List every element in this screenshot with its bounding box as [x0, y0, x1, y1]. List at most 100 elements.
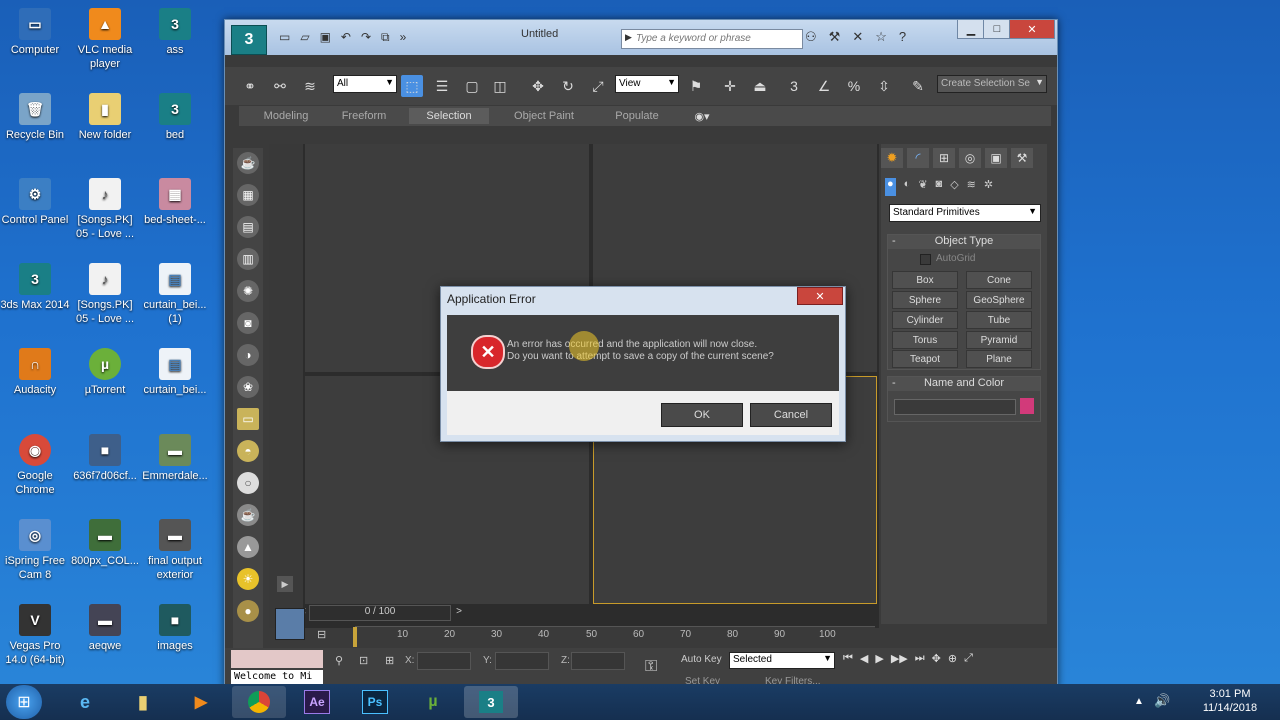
more-icon[interactable]: » — [400, 30, 407, 46]
taskbar-internet-explorer[interactable]: e — [58, 686, 112, 718]
unlink-icon[interactable]: ⚯ — [269, 75, 291, 97]
box-button[interactable]: Box — [892, 271, 958, 289]
project-folder-icon[interactable]: ⧉ — [381, 30, 390, 46]
light-icon[interactable]: ✺ — [237, 280, 259, 302]
plane-button[interactable]: Plane — [966, 350, 1032, 368]
half-sphere-icon[interactable]: ◑ — [237, 344, 259, 366]
redo-icon[interactable]: ↷ — [361, 30, 371, 46]
z-coord-field[interactable] — [571, 652, 625, 670]
desktop-icon-vegas[interactable]: V Vegas Pro 14.0 (64-bit) — [0, 604, 70, 667]
desktop-icon-utorrent[interactable]: µ µTorrent — [70, 348, 140, 397]
desktop-icon-computer[interactable]: ▭ Computer — [0, 8, 70, 57]
time-slider[interactable]: < 0 / 100 > — [300, 605, 462, 621]
helpers-icon[interactable]: ◇ — [950, 178, 958, 196]
undo-icon[interactable]: ↶ — [341, 30, 351, 46]
edit-named-selection-icon[interactable]: ✎ — [907, 75, 929, 97]
clock[interactable]: 3:01 PM 11/14/2018 — [1190, 687, 1270, 717]
lock-icon[interactable]: ⚲ — [335, 654, 343, 667]
tube-button[interactable]: Tube — [966, 311, 1032, 329]
ribbon-options-icon[interactable]: ◉▾ — [687, 108, 717, 124]
new-file-icon[interactable]: ▭ — [279, 30, 290, 46]
lights-icon[interactable]: ❦ — [918, 178, 927, 196]
desktop-icon-800px[interactable]: ▬ 800px_COL... — [70, 519, 140, 568]
go-to-end-icon[interactable]: ⏭ — [915, 652, 925, 668]
window-crossing-icon[interactable]: ◫ — [489, 75, 511, 97]
desktop-icon-bed[interactable]: 3 bed — [140, 93, 210, 142]
search-box[interactable]: ▶ Type a keyword or phrase — [621, 29, 803, 49]
volume-icon[interactable]: 🔊 — [1154, 693, 1170, 709]
key-icon[interactable]: ⚿ — [645, 658, 657, 676]
rectangular-selection-icon[interactable]: ▢ — [461, 75, 483, 97]
wrench-icon[interactable]: ⚒ — [829, 29, 841, 47]
object-color-swatch[interactable] — [1020, 398, 1034, 414]
systems-icon[interactable]: ✲ — [984, 178, 993, 196]
autogrid-checkbox[interactable] — [920, 254, 931, 265]
tab-object-paint[interactable]: Object Paint — [501, 108, 587, 124]
selection-lock-icon[interactable]: ⊡ — [359, 654, 368, 667]
next-frame-icon[interactable]: > — [456, 606, 462, 617]
tab-freeform[interactable]: Freeform — [327, 108, 401, 124]
snaps-toggle-icon[interactable]: 3 — [783, 75, 805, 97]
x-coord-field[interactable] — [417, 652, 471, 670]
desktop-icon-aeqwe[interactable]: ▬ aeqwe — [70, 604, 140, 653]
desktop-icon-curtain2[interactable]: ▤ curtain_bei... — [140, 348, 210, 397]
box-primitive-icon[interactable]: ▭ — [237, 408, 259, 430]
torus-button[interactable]: Torus — [892, 331, 958, 349]
viewport-layout-icon[interactable] — [275, 608, 305, 640]
motion-tab-icon[interactable]: ◎ — [959, 148, 981, 168]
render-setup-icon[interactable]: ▤ — [237, 216, 259, 238]
film-icon[interactable]: ❀ — [237, 376, 259, 398]
tab-modeling[interactable]: Modeling — [249, 108, 323, 124]
rotate-icon[interactable]: ↻ — [557, 75, 579, 97]
minimize-button[interactable]: ▁ — [957, 20, 985, 39]
track-bar[interactable]: 10 20 30 40 50 60 70 80 90 100 — [353, 626, 875, 649]
app-menu-button[interactable]: 3 — [231, 25, 267, 55]
ref-coord-dropdown[interactable]: View ▼ — [615, 75, 679, 93]
angle-snap-icon[interactable]: ∠ — [813, 75, 835, 97]
cone-primitive-icon[interactable]: ▲ — [237, 536, 259, 558]
camera-icon[interactable]: ◙ — [237, 312, 259, 334]
next-key-icon[interactable]: ▶▶ — [891, 652, 908, 668]
maxscript-listener[interactable] — [231, 650, 323, 668]
desktop-icon-audacity[interactable]: ∩ Audacity — [0, 348, 70, 397]
select-object-icon[interactable]: ⬚ — [401, 75, 423, 97]
tab-selection[interactable]: Selection — [409, 108, 489, 124]
start-button[interactable]: ⊞ — [6, 685, 42, 719]
shapes-icon[interactable]: ◐ — [904, 178, 911, 196]
search-input[interactable]: Type a keyword or phrase — [636, 33, 751, 44]
absolute-mode-icon[interactable]: ⊞ — [385, 654, 394, 667]
desktop-icon-control-panel[interactable]: ⚙ Control Panel — [0, 178, 70, 227]
scale-icon[interactable]: ⤢ — [587, 75, 609, 97]
hierarchy-tab-icon[interactable]: ⊞ — [933, 148, 955, 168]
ok-button[interactable]: OK — [661, 403, 743, 427]
taskbar-chrome[interactable] — [232, 686, 286, 718]
desktop-icon-bed-sheet[interactable]: ▦ bed-sheet-... — [140, 178, 210, 227]
taskbar-media-player[interactable]: ▶ — [174, 686, 228, 718]
desktop-icon-final-output[interactable]: ▬ final output exterior — [140, 519, 210, 582]
taskbar-photoshop[interactable]: Ps — [348, 686, 402, 718]
spinner-snap-icon[interactable]: ⇳ — [873, 75, 895, 97]
teapot-button[interactable]: Teapot — [892, 350, 958, 368]
binoculars-icon[interactable]: ⚇ — [805, 29, 817, 47]
create-tab-icon[interactable]: ✹ — [881, 148, 903, 168]
desktop-icon-songs2[interactable]: ♪ [Songs.PK] 05 - Love ... — [70, 263, 140, 326]
cancel-button[interactable]: Cancel — [750, 403, 832, 427]
category-dropdown[interactable]: Standard Primitives ▼ — [889, 204, 1041, 222]
desktop-icon-recycle-bin[interactable]: 🗑 Recycle Bin — [0, 93, 70, 142]
y-coord-field[interactable] — [495, 652, 549, 670]
bind-space-warp-icon[interactable]: ≋ — [299, 75, 321, 97]
selection-filter-dropdown[interactable]: All ▼ — [333, 75, 397, 93]
space-warps-icon[interactable]: ≋ — [967, 178, 976, 196]
desktop-icon-songs1[interactable]: ♪ [Songs.PK] 05 - Love ... — [70, 178, 140, 241]
exchange-icon[interactable]: ✕ — [852, 29, 863, 47]
taskbar-3dsmax[interactable]: 3 — [464, 686, 518, 718]
link-icon[interactable]: ⚭ — [239, 75, 261, 97]
zoom-icon[interactable]: ⊕ — [948, 652, 957, 668]
tab-populate[interactable]: Populate — [601, 108, 673, 124]
desktop-icon-ispring[interactable]: ◎ iSpring Free Cam 8 — [0, 519, 70, 582]
object-name-input[interactable] — [894, 399, 1016, 415]
modify-tab-icon[interactable]: ◜ — [907, 148, 929, 168]
geometry-icon[interactable]: ● — [885, 178, 896, 196]
previous-frame-icon[interactable]: ◀ — [860, 652, 868, 668]
play-icon[interactable]: ▶ — [875, 652, 883, 668]
